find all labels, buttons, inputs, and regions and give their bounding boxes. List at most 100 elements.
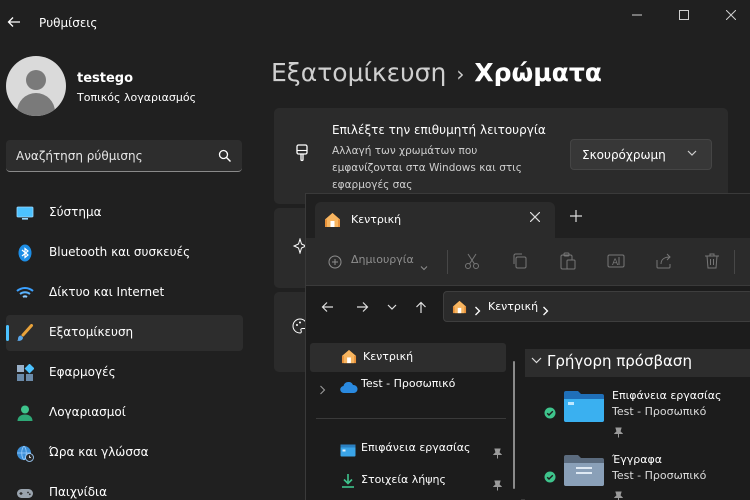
desktop-folder-icon	[563, 389, 605, 427]
cut-icon[interactable]	[462, 251, 482, 271]
address-row: Κεντρική	[306, 286, 750, 328]
navpane-item-home[interactable]: Κεντρική	[310, 343, 506, 372]
search-box	[6, 140, 242, 172]
sidebar-item-bluetooth[interactable]: Bluetooth και συσκευές	[6, 235, 243, 271]
back-arrow-icon[interactable]	[4, 12, 24, 32]
navpane-item-label: Επιφάνεια εργασίας	[361, 441, 471, 454]
svg-text:A: A	[612, 258, 619, 268]
quick-access-item[interactable]: Έγγραφα Test - Προσωπικό	[525, 449, 750, 500]
quick-access-item-name: Έγγραφα	[612, 453, 662, 466]
navpane-item-desktop[interactable]: Επιφάνεια εργασίας	[336, 438, 506, 460]
quick-access-title: Γρήγορη πρόσβαση	[547, 352, 692, 370]
explorer-tab-bar: Κεντρική	[306, 194, 750, 238]
desktop-icon	[340, 442, 356, 461]
documents-folder-icon	[563, 453, 605, 491]
globe-clock-icon	[16, 444, 34, 462]
cloud-icon	[340, 379, 358, 398]
apps-icon	[16, 363, 35, 382]
maximize-button[interactable]	[669, 4, 699, 26]
explorer-tab-label: Κεντρική	[351, 213, 402, 226]
search-icon[interactable]	[218, 148, 232, 162]
mode-card: Επιλέξτε την επιθυμητή λειτουργία Αλλαγή…	[274, 108, 728, 204]
mode-dropdown[interactable]: Σκουρόχρωμη	[570, 139, 712, 170]
mode-description: Αλλαγή των χρωμάτων που εμφανίζονται στα…	[332, 145, 522, 191]
close-button[interactable]	[716, 4, 746, 26]
account-type: Τοπικός λογαριασμός	[77, 91, 197, 104]
chevron-down-icon	[687, 148, 697, 161]
home-icon	[452, 299, 467, 318]
paste-icon[interactable]	[558, 251, 578, 271]
sidebar-item-accounts[interactable]: Λογαριασμοί	[6, 395, 243, 431]
toolbar-divider	[447, 250, 448, 274]
address-location: Κεντρική	[488, 300, 539, 313]
sidebar-item-personalization[interactable]: Εξατομίκευση	[6, 315, 243, 351]
window-title: Ρυθμίσεις	[39, 16, 98, 30]
pin-icon[interactable]	[492, 476, 503, 495]
avatar[interactable]	[6, 56, 66, 116]
navpane-item-label: Στοιχεία λήψης	[361, 473, 446, 486]
quick-access-header[interactable]: Γρήγορη πρόσβαση	[525, 349, 750, 377]
toolbar-divider	[734, 250, 735, 274]
brush-icon	[16, 324, 34, 342]
sidebar-item-gaming[interactable]: Παιχνίδια	[6, 475, 243, 500]
navpane-item-label: Κεντρική	[363, 350, 414, 363]
chevron-right-icon[interactable]	[319, 380, 326, 399]
rename-icon[interactable]: A	[606, 251, 626, 271]
navpane-item-downloads[interactable]: Στοιχεία λήψης	[336, 470, 506, 492]
search-input[interactable]	[16, 140, 211, 171]
copy-icon[interactable]	[510, 251, 530, 271]
sidebar-item-system[interactable]: Σύστημα	[6, 195, 243, 231]
create-button[interactable]: Δημιουργία	[351, 253, 414, 266]
paintbrush-icon	[294, 144, 310, 168]
sidebar-item-label: Λογαριασμοί	[49, 405, 126, 419]
sidebar-item-label: Εξατομίκευση	[49, 325, 134, 339]
synced-check-icon	[544, 468, 556, 487]
breadcrumb-separator: ›	[456, 62, 465, 86]
close-icon[interactable]	[529, 211, 541, 226]
system-icon	[16, 204, 34, 222]
home-icon	[324, 212, 341, 232]
account-icon	[16, 404, 34, 422]
up-icon[interactable]	[411, 297, 431, 317]
sidebar-item-apps[interactable]: Εφαρμογές	[6, 355, 243, 391]
pin-icon	[613, 487, 624, 500]
add-circle-icon	[328, 254, 342, 273]
synced-check-icon	[544, 404, 556, 423]
download-icon	[341, 473, 355, 492]
share-icon[interactable]	[654, 251, 674, 271]
explorer-tab[interactable]: Κεντρική	[315, 202, 555, 238]
forward-icon[interactable]	[352, 297, 372, 317]
breadcrumb: Εξατομίκευση › Χρώματα	[271, 58, 602, 87]
navigation-pane: Κεντρική Test - Προσωπικό Επιφάνεια εργα…	[306, 328, 521, 500]
sidebar-item-label: Δίκτυο και Internet	[49, 285, 165, 299]
sidebar-item-network[interactable]: Δίκτυο και Internet	[6, 275, 243, 311]
mode-dropdown-value: Σκουρόχρωμη	[582, 148, 666, 162]
navpane-scrollbar[interactable]	[513, 361, 515, 489]
back-icon[interactable]	[317, 297, 337, 317]
mode-title: Επιλέξτε την επιθυμητή λειτουργία	[332, 123, 546, 137]
chevron-down-icon	[531, 355, 542, 369]
active-indicator	[6, 325, 9, 341]
sidebar-item-label: Σύστημα	[49, 205, 102, 219]
navpane-item-onedrive[interactable]: Test - Προσωπικό	[336, 374, 511, 396]
sidebar-item-time-language[interactable]: Ώρα και γλώσσα	[6, 435, 243, 471]
pin-icon	[613, 423, 624, 442]
sidebar-item-label: Εφαρμογές	[49, 365, 116, 379]
chevron-down-icon	[420, 257, 428, 276]
recent-locations-icon[interactable]	[382, 297, 402, 317]
quick-access-item-location: Test - Προσωπικό	[612, 405, 707, 418]
sidebar-item-label: Ώρα και γλώσσα	[49, 445, 149, 459]
quick-access-item-location: Test - Προσωπικό	[612, 469, 707, 482]
navpane-divider	[316, 418, 506, 419]
address-bar[interactable]: Κεντρική	[443, 291, 750, 322]
user-name: testego	[77, 71, 134, 86]
minimize-button[interactable]	[622, 4, 652, 26]
quick-access-item[interactable]: Επιφάνεια εργασίας Test - Προσωπικό	[525, 385, 750, 443]
delete-icon[interactable]	[702, 251, 722, 271]
navpane-item-label: Test - Προσωπικό	[361, 377, 456, 390]
pin-icon[interactable]	[492, 444, 503, 463]
plus-icon[interactable]	[570, 207, 582, 226]
chevron-right-icon	[542, 301, 549, 320]
breadcrumb-parent[interactable]: Εξατομίκευση	[271, 58, 446, 87]
file-explorer-window: Κεντρική Δημιουργία A Κεντρική Κεντρική …	[305, 193, 750, 500]
